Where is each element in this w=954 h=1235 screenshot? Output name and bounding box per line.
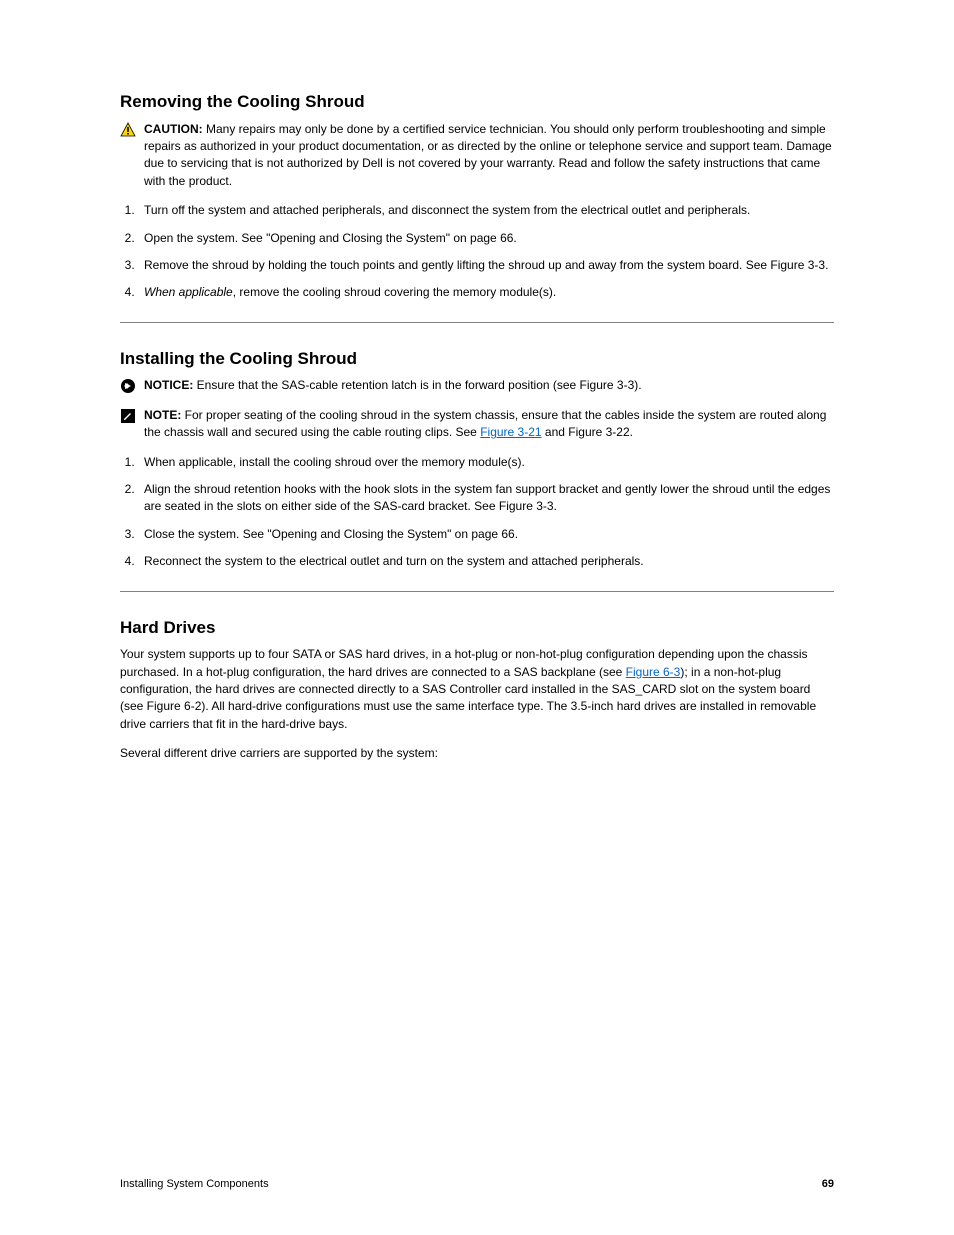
step-1: Turn off the system and attached periphe… xyxy=(138,202,834,219)
step-2: Open the system. See "Opening and Closin… xyxy=(138,230,834,247)
hard-drives-para-1: Your system supports up to four SATA or … xyxy=(120,646,834,733)
footer-page-number: 69 xyxy=(822,1177,834,1193)
heading-removing-shroud: Removing the Cooling Shroud xyxy=(120,90,834,115)
installing-steps: When applicable, install the cooling shr… xyxy=(120,454,834,571)
note-lead: NOTE: xyxy=(144,408,185,422)
step-4-rest: , remove the cooling shroud covering the… xyxy=(233,285,556,299)
page-footer: Installing System Components 69 xyxy=(120,1177,834,1193)
step-4: When applicable, remove the cooling shro… xyxy=(138,284,834,301)
install-step-4: Reconnect the system to the electrical o… xyxy=(138,553,834,570)
hard-drives-para-2: Several different drive carriers are sup… xyxy=(120,745,834,762)
footer-chapter: Installing System Components xyxy=(120,1177,269,1193)
arrow-right-circle-icon xyxy=(120,378,136,394)
caution-text: Many repairs may only be done by a certi… xyxy=(144,122,832,188)
section-rule-2 xyxy=(120,591,834,592)
step-3: Remove the shroud by holding the touch p… xyxy=(138,257,834,274)
install-step-1: When applicable, install the cooling shr… xyxy=(138,454,834,471)
notice-callout: NOTICE: Ensure that the SAS-cable retent… xyxy=(120,377,834,394)
caution-icon xyxy=(120,122,136,138)
heading-hard-drives: Hard Drives xyxy=(120,616,834,641)
step-4-emph: When applicable xyxy=(144,285,233,299)
note-text-post: and Figure 3-22. xyxy=(542,425,633,439)
caution-lead: CAUTION: xyxy=(144,122,206,136)
note-callout: NOTE: For proper seating of the cooling … xyxy=(120,407,834,442)
pencil-note-icon xyxy=(120,408,136,424)
document-page: Removing the Cooling Shroud CAUTION: Man… xyxy=(0,0,954,1235)
install-step-2: Align the shroud retention hooks with th… xyxy=(138,481,834,516)
section-rule-1 xyxy=(120,322,834,323)
notice-lead: NOTICE: xyxy=(144,378,197,392)
caution-callout: CAUTION: Many repairs may only be done b… xyxy=(120,121,834,191)
figure-6-3-link[interactable]: Figure 6-3 xyxy=(626,665,681,679)
install-step-3: Close the system. See "Opening and Closi… xyxy=(138,526,834,543)
notice-text: Ensure that the SAS-cable retention latc… xyxy=(197,378,642,392)
figure-3-21-link[interactable]: Figure 3-21 xyxy=(480,425,541,439)
removing-steps: Turn off the system and attached periphe… xyxy=(120,202,834,302)
heading-installing-shroud: Installing the Cooling Shroud xyxy=(120,347,834,372)
